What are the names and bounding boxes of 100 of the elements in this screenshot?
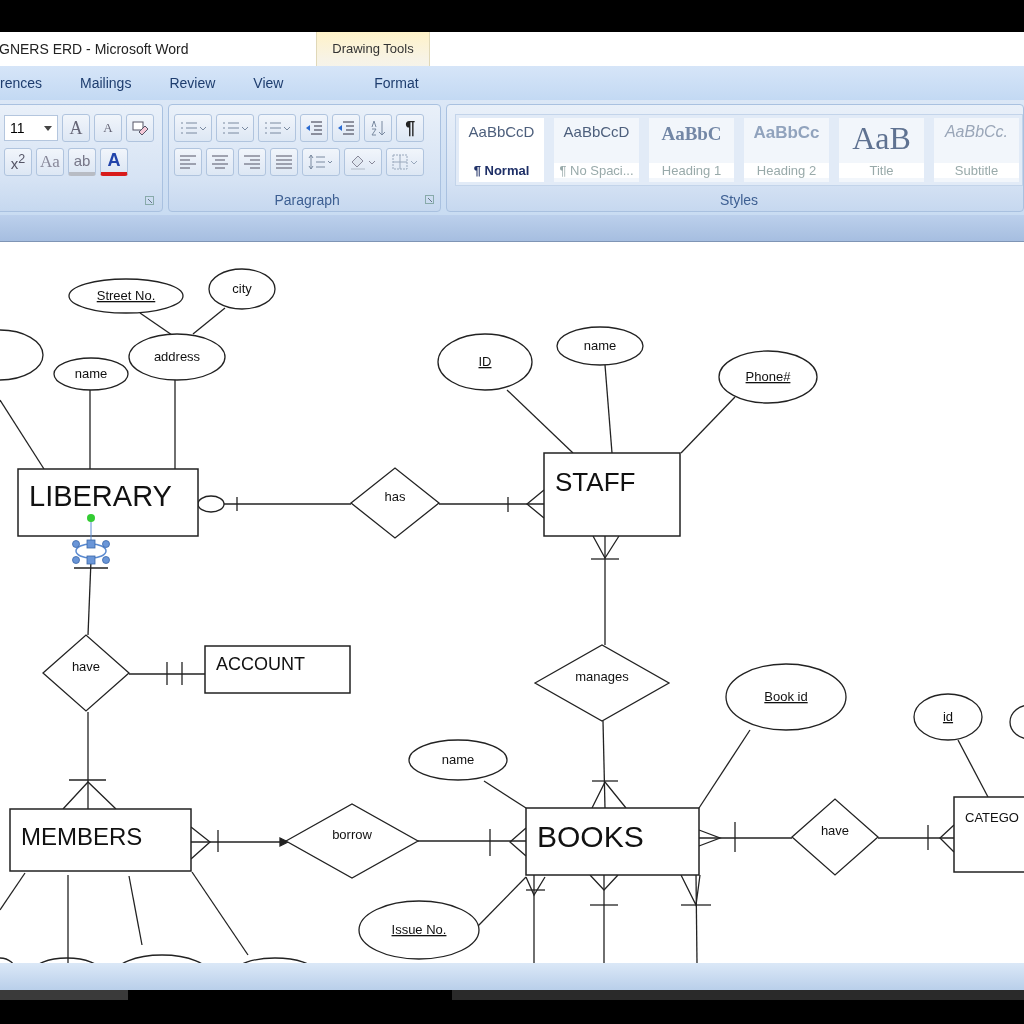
cardinality-tick <box>590 558 620 560</box>
crows-foot-mark <box>190 826 211 860</box>
connector-line <box>957 739 989 798</box>
grid-icon <box>391 154 420 170</box>
multilevel-button[interactable] <box>258 114 297 142</box>
attribute-ellipse[interactable]: name <box>53 357 129 391</box>
relationship-diamond[interactable]: have <box>791 798 879 876</box>
align-icon <box>275 155 294 169</box>
borders-button[interactable] <box>386 148 425 176</box>
crows-foot-mark <box>939 824 955 853</box>
cardinality-tick <box>927 824 929 851</box>
style-option[interactable]: AaBbCcD ¶ No Spaci... <box>554 118 639 182</box>
list-icon <box>221 120 250 136</box>
cardinality-tick <box>525 889 546 891</box>
cardinality-tick <box>589 904 619 906</box>
attribute-ellipse[interactable]: Book id <box>725 663 847 731</box>
style-option[interactable]: AaBbCcD ¶ Normal <box>459 118 544 182</box>
bullets-button[interactable] <box>174 114 213 142</box>
cardinality-tick <box>181 661 183 686</box>
cardinality-tick <box>507 496 509 513</box>
window-title: GNERS ERD - Microsoft Word <box>0 41 189 57</box>
caret-icon <box>44 125 52 131</box>
line-spacing-button[interactable] <box>302 148 341 176</box>
connector-line <box>192 307 226 335</box>
attribute-ellipse[interactable]: Phone# <box>718 350 818 404</box>
eraser-icon <box>131 120 149 136</box>
cardinality-tick <box>217 829 219 853</box>
ribbon-tab[interactable]: View <box>253 71 284 95</box>
indent-icon <box>337 120 356 136</box>
highlight-button[interactable]: ab <box>68 148 96 176</box>
clear-format-button[interactable] <box>126 114 154 142</box>
entity-box[interactable]: BOOKS <box>525 807 700 876</box>
crows-foot-mark <box>62 781 117 810</box>
selection-handles[interactable] <box>72 514 110 565</box>
indent-icon <box>305 120 324 136</box>
cardinality-tick <box>591 780 619 782</box>
cardinality-tick <box>73 567 109 569</box>
shading-button[interactable] <box>344 148 383 176</box>
entity-box[interactable]: MEMBERS <box>9 808 192 872</box>
crows-foot-mark <box>591 780 627 809</box>
attribute-ellipse[interactable]: Street No. <box>68 278 184 314</box>
attribute-ellipse[interactable]: ID <box>437 333 533 391</box>
cardinality-tick <box>734 821 736 853</box>
entity-box[interactable]: STAFF <box>543 452 681 537</box>
show-marks-button[interactable]: ¶ <box>396 114 425 142</box>
connector-line <box>0 872 26 911</box>
ribbon-tab[interactable]: Format <box>374 71 419 95</box>
line-spacing-icon <box>308 154 335 170</box>
group-label: Styles <box>719 192 759 208</box>
cardinality-tick <box>489 828 491 857</box>
sort-icon <box>369 120 388 136</box>
crows-foot-mark <box>525 489 545 519</box>
connector-line <box>483 780 527 809</box>
connector-line <box>139 312 173 336</box>
connector-line <box>128 875 143 946</box>
attribute-ellipse[interactable]: id <box>913 693 983 741</box>
shrink-font-button[interactable]: A <box>94 114 122 142</box>
align-icon <box>179 155 198 169</box>
align-left-button[interactable] <box>174 148 203 176</box>
relationship-diamond[interactable]: has <box>349 467 441 539</box>
attribute-ellipse[interactable]: address <box>128 333 226 381</box>
relationship-diamond[interactable]: manages <box>533 644 671 722</box>
group-label: Paragraph <box>274 192 340 208</box>
ribbon-tab[interactable]: Review <box>169 71 216 95</box>
ribbon-tab[interactable]: Mailings <box>80 71 132 95</box>
entity-box[interactable]: ACCOUNT <box>204 645 351 694</box>
align-right-button[interactable] <box>238 148 267 176</box>
attribute-ellipse[interactable]: Issue No. <box>358 900 480 960</box>
cardinality-tick <box>680 904 712 906</box>
dialog-launcher-icon[interactable] <box>425 195 434 204</box>
entity-box[interactable]: LIBERARY <box>17 468 199 537</box>
align-icon <box>211 155 230 169</box>
align-center-button[interactable] <box>206 148 235 176</box>
numbering-button[interactable] <box>216 114 255 142</box>
ribbon-tab[interactable]: rences <box>0 71 43 95</box>
dialog-launcher-icon[interactable] <box>145 196 154 205</box>
font-size-field[interactable]: 11 <box>4 115 58 141</box>
superscript-button[interactable]: x$^{2}$ <box>4 148 32 176</box>
arrowhead-mark <box>279 836 290 848</box>
connector-line <box>680 396 736 454</box>
justify-button[interactable] <box>270 148 299 176</box>
entity-box[interactable]: CATEGO <box>953 796 1024 873</box>
crows-foot-mark <box>509 827 527 857</box>
outdent-button[interactable] <box>300 114 329 142</box>
connector-line <box>506 389 574 454</box>
grow-font-button[interactable]: A <box>62 114 90 142</box>
font-color-button[interactable]: A <box>100 148 128 176</box>
crows-foot-mark <box>525 876 546 897</box>
attribute-ellipse[interactable]: name <box>556 326 644 366</box>
cardinality-tick <box>166 661 168 686</box>
cardinality-tick <box>236 496 238 512</box>
sort-button[interactable] <box>364 114 393 142</box>
style-option[interactable]: AaB Title <box>839 118 924 182</box>
relationship-diamond[interactable]: borrow <box>284 803 420 879</box>
connector-line <box>0 399 45 470</box>
crows-foot-mark <box>592 535 620 560</box>
attribute-ellipse[interactable]: city <box>208 268 276 310</box>
relationship-diamond[interactable]: have <box>42 634 130 712</box>
attribute-ellipse[interactable]: name <box>408 739 508 781</box>
indent-button[interactable] <box>332 114 361 142</box>
